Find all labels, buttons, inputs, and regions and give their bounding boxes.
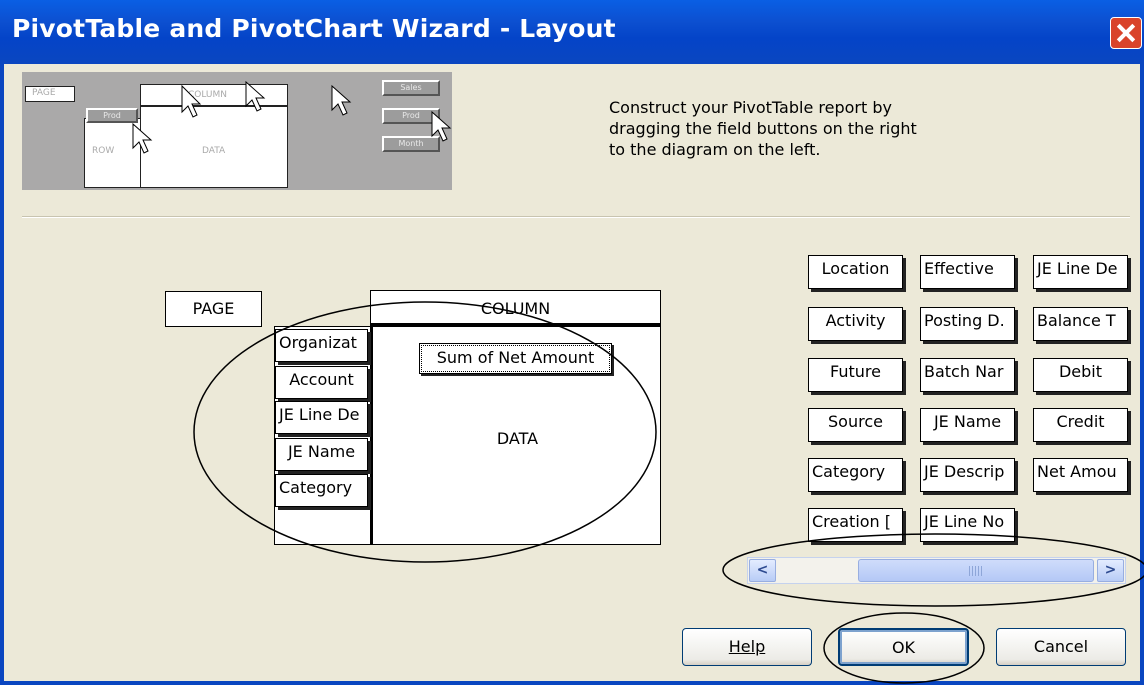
field-button-location[interactable]: Location [808, 255, 903, 289]
field-button-source[interactable]: Source [808, 408, 903, 442]
ok-button[interactable]: OK [838, 628, 969, 666]
column-drop-area[interactable]: COLUMN [370, 290, 661, 326]
scroll-right-arrow-icon[interactable]: > [1097, 559, 1124, 582]
dialog-title: PivotTable and PivotChart Wizard - Layou… [12, 14, 616, 43]
row-field-button[interactable]: JE Line De [275, 401, 368, 434]
separator [22, 216, 1130, 218]
instructions-line1: Construct your PivotTable report by [609, 98, 892, 117]
ok-button-label: OK [891, 638, 916, 657]
page-label: PAGE [192, 299, 235, 318]
instructions-line3: to the diagram on the left. [609, 140, 821, 159]
scroll-grip-icon [969, 566, 983, 576]
row-field-button[interactable]: Category [275, 474, 368, 507]
row-field-button[interactable]: JE Name [275, 438, 368, 471]
data-field-button[interactable]: Sum of Net Amount [419, 343, 612, 374]
preview-prod2-button: Prod [382, 108, 440, 124]
instructions-line2: dragging the field buttons on the right [609, 119, 917, 138]
field-button-je-line-no[interactable]: JE Line No [920, 508, 1015, 542]
page-drop-area[interactable]: PAGE [165, 291, 262, 327]
help-button-label: Help [728, 637, 766, 656]
preview-column-label: COLUMN [188, 90, 228, 100]
row-field-button[interactable]: Organizat [275, 329, 368, 362]
field-button-je-line-de[interactable]: JE Line De [1033, 255, 1128, 289]
row-field-button[interactable]: Account [275, 366, 368, 399]
column-label: COLUMN [480, 299, 551, 318]
preview-sales-button: Sales [382, 80, 440, 96]
preview-prod-button: Prod [86, 108, 138, 123]
field-button-debit[interactable]: Debit [1033, 358, 1128, 392]
preview-month-button: Month [382, 136, 440, 152]
field-button-credit[interactable]: Credit [1033, 408, 1128, 442]
cancel-button-label: Cancel [1033, 637, 1089, 656]
close-button[interactable] [1110, 17, 1142, 49]
field-button-activity[interactable]: Activity [808, 307, 903, 341]
field-button-batch-name[interactable]: Batch Nar [920, 358, 1015, 392]
field-button-future[interactable]: Future [808, 358, 903, 392]
field-button-je-description[interactable]: JE Descrip [920, 458, 1015, 492]
data-label: DATA [496, 429, 539, 448]
preview-page-label: PAGE [32, 88, 56, 98]
field-button-creation-date[interactable]: Creation [ [808, 508, 903, 542]
preview-data-label: DATA [202, 146, 226, 156]
field-button-je-name[interactable]: JE Name [920, 408, 1015, 442]
field-button-net-amount[interactable]: Net Amou [1033, 458, 1128, 492]
title-bar: PivotTable and PivotChart Wizard - Layou… [0, 0, 1144, 64]
scroll-thumb[interactable] [858, 559, 1094, 582]
instructions-text: Construct your PivotTable report by drag… [609, 97, 989, 160]
cancel-button[interactable]: Cancel [996, 628, 1126, 666]
field-button-category[interactable]: Category [808, 458, 903, 492]
preview-row-label: ROW [92, 146, 115, 156]
field-button-balance-type[interactable]: Balance T [1033, 307, 1128, 341]
help-button[interactable]: Help [682, 628, 812, 666]
scroll-left-arrow-icon[interactable]: < [749, 559, 776, 582]
layout-preview-illustration: PAGE COLUMN ROW DATA Prod Sales Prod Mon… [22, 72, 452, 190]
field-button-posting-date[interactable]: Posting D. [920, 307, 1015, 341]
fields-horizontal-scrollbar[interactable]: < > [747, 557, 1126, 584]
field-button-effective[interactable]: Effective [920, 255, 1015, 289]
